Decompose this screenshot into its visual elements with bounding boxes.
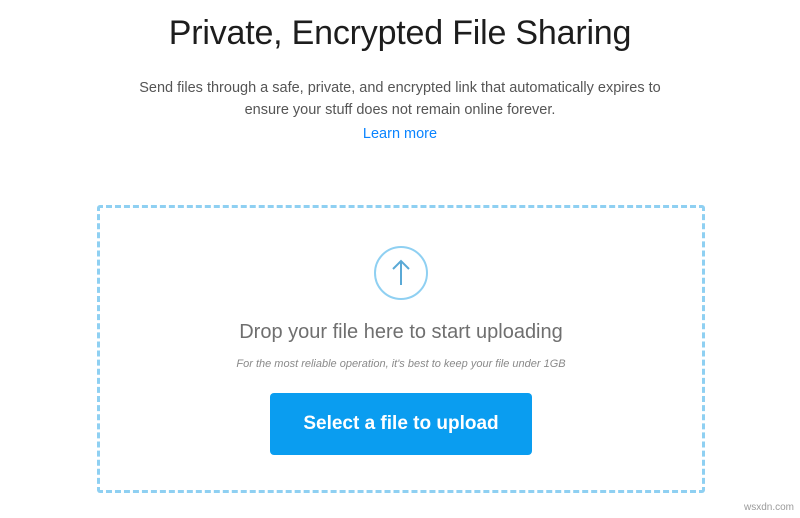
- watermark: wsxdn.com: [743, 502, 794, 513]
- upload-arrow-icon: [373, 245, 429, 301]
- drop-heading: Drop your file here to start uploading: [239, 321, 563, 343]
- page-title: Private, Encrypted File Sharing: [168, 14, 632, 52]
- page-description: Send files through a safe, private, and …: [139, 80, 661, 118]
- file-size-note: For the most reliable operation, it's be…: [236, 358, 566, 370]
- file-drop-zone[interactable]: Drop your file here to start uploading F…: [97, 205, 705, 493]
- select-file-button[interactable]: Select a file to upload: [270, 393, 532, 455]
- learn-more-link[interactable]: Learn more: [0, 124, 800, 144]
